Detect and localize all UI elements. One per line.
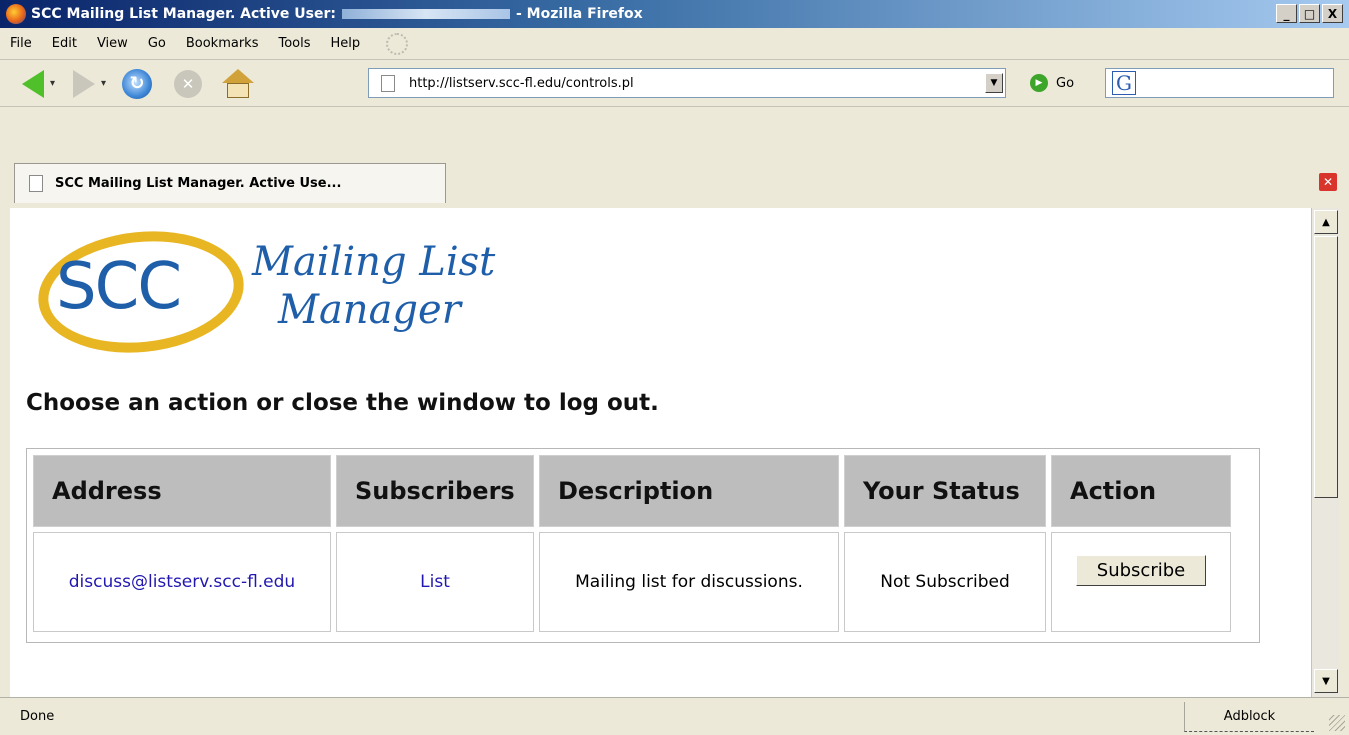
forward-history-dropdown-icon[interactable]: ▾ xyxy=(101,78,106,89)
forward-arrow-icon[interactable] xyxy=(73,69,96,98)
stop-icon[interactable]: ✕ xyxy=(174,69,203,98)
url-bar[interactable]: http://listserv.scc-fl.edu/controls.pl ▼ xyxy=(368,68,1006,98)
back-arrow-icon[interactable] xyxy=(22,69,44,98)
search-box[interactable]: G xyxy=(1105,68,1334,98)
menu-file[interactable]: File xyxy=(10,36,32,51)
scroll-up-arrow-icon[interactable]: ▲ xyxy=(1314,210,1338,234)
maximize-button[interactable]: □ xyxy=(1299,4,1320,23)
redacted-username xyxy=(342,9,510,19)
search-engine-icon[interactable]: G xyxy=(1112,71,1136,95)
menu-bar: File Edit View Go Bookmarks Tools Help xyxy=(0,28,1349,60)
vertical-scrollbar[interactable]: ▲ ▼ xyxy=(1311,208,1339,697)
window-title-prefix: SCC Mailing List Manager. Active User: xyxy=(31,6,336,22)
go-arrow-icon: ▶ xyxy=(1030,74,1048,92)
reload-icon[interactable]: ↻ xyxy=(122,68,153,99)
adblock-button[interactable]: Adblock xyxy=(1184,702,1314,732)
header-your-status: Your Status xyxy=(844,455,1046,527)
header-action: Action xyxy=(1051,455,1231,527)
menu-edit[interactable]: Edit xyxy=(52,36,77,51)
menu-go[interactable]: Go xyxy=(148,36,166,51)
tab-bar: SCC Mailing List Manager. Active Use... … xyxy=(0,108,1349,208)
menu-bookmarks[interactable]: Bookmarks xyxy=(186,36,259,51)
url-dropdown-icon[interactable]: ▼ xyxy=(985,73,1003,93)
minimize-button[interactable]: _ xyxy=(1276,4,1297,23)
go-button[interactable]: ▶ Go xyxy=(1030,74,1074,92)
logo-line1: Mailing List xyxy=(252,239,496,285)
table-header-row: Address Subscribers Description Your Sta… xyxy=(33,455,1231,527)
navigation-toolbar: ▾ ▾ ↻ ✕ http://listserv.scc-fl.edu/contr… xyxy=(0,61,1349,107)
window-titlebar: SCC Mailing List Manager. Active User: -… xyxy=(0,0,1349,28)
list-address-link[interactable]: discuss@listserv.scc-fl.edu xyxy=(33,532,331,632)
go-label: Go xyxy=(1056,75,1075,91)
status-text: Done xyxy=(20,709,55,724)
logo-line2: Manager xyxy=(278,287,461,333)
page-heading: Choose an action or close the window to … xyxy=(26,390,659,416)
logo-acronym: SCC xyxy=(56,250,182,324)
tab-active[interactable]: SCC Mailing List Manager. Active Use... xyxy=(14,163,446,203)
page-icon xyxy=(381,74,395,92)
tab-page-icon xyxy=(29,175,43,192)
scc-logo: SCC Mailing List Manager xyxy=(32,221,558,363)
subscription-status: Not Subscribed xyxy=(844,532,1046,632)
header-address: Address xyxy=(33,455,331,527)
close-window-button[interactable]: X xyxy=(1322,4,1343,23)
subscribe-button[interactable]: Subscribe xyxy=(1075,554,1207,586)
status-bar: Done Adblock xyxy=(0,697,1349,735)
home-roof xyxy=(222,68,255,83)
subscribers-list-link[interactable]: List xyxy=(336,532,534,632)
scroll-down-arrow-icon[interactable]: ▼ xyxy=(1314,669,1338,693)
window-title-suffix: - Mozilla Firefox xyxy=(516,6,643,22)
throbber-icon xyxy=(386,32,409,55)
action-cell: Subscribe xyxy=(1051,532,1231,632)
resize-grip-icon[interactable] xyxy=(1329,715,1345,731)
lists-table: Address Subscribers Description Your Sta… xyxy=(28,450,1236,637)
tab-label: SCC Mailing List Manager. Active Use... xyxy=(55,176,342,191)
table-row: discuss@listserv.scc-fl.edu List Mailing… xyxy=(33,532,1231,632)
window-title: SCC Mailing List Manager. Active User: -… xyxy=(31,6,643,22)
lists-table-wrapper: Address Subscribers Description Your Sta… xyxy=(26,448,1260,643)
url-text[interactable]: http://listserv.scc-fl.edu/controls.pl xyxy=(409,76,634,91)
close-tab-icon[interactable]: ✕ xyxy=(1319,173,1337,191)
logo-wordmark: Mailing List Manager xyxy=(252,238,495,334)
header-subscribers: Subscribers xyxy=(336,455,534,527)
list-description: Mailing list for discussions. xyxy=(539,532,839,632)
window-controls: _ □ X xyxy=(1276,4,1343,23)
header-description: Description xyxy=(539,455,839,527)
firefox-icon xyxy=(6,4,26,24)
scroll-thumb[interactable] xyxy=(1314,236,1338,498)
menu-help[interactable]: Help xyxy=(331,36,361,51)
menu-tools[interactable]: Tools xyxy=(278,36,310,51)
home-icon[interactable] xyxy=(222,68,255,99)
back-history-dropdown-icon[interactable]: ▾ xyxy=(50,78,55,89)
menu-view[interactable]: View xyxy=(97,36,128,51)
page-content: SCC Mailing List Manager Choose an actio… xyxy=(10,208,1311,697)
home-wall xyxy=(227,82,250,98)
